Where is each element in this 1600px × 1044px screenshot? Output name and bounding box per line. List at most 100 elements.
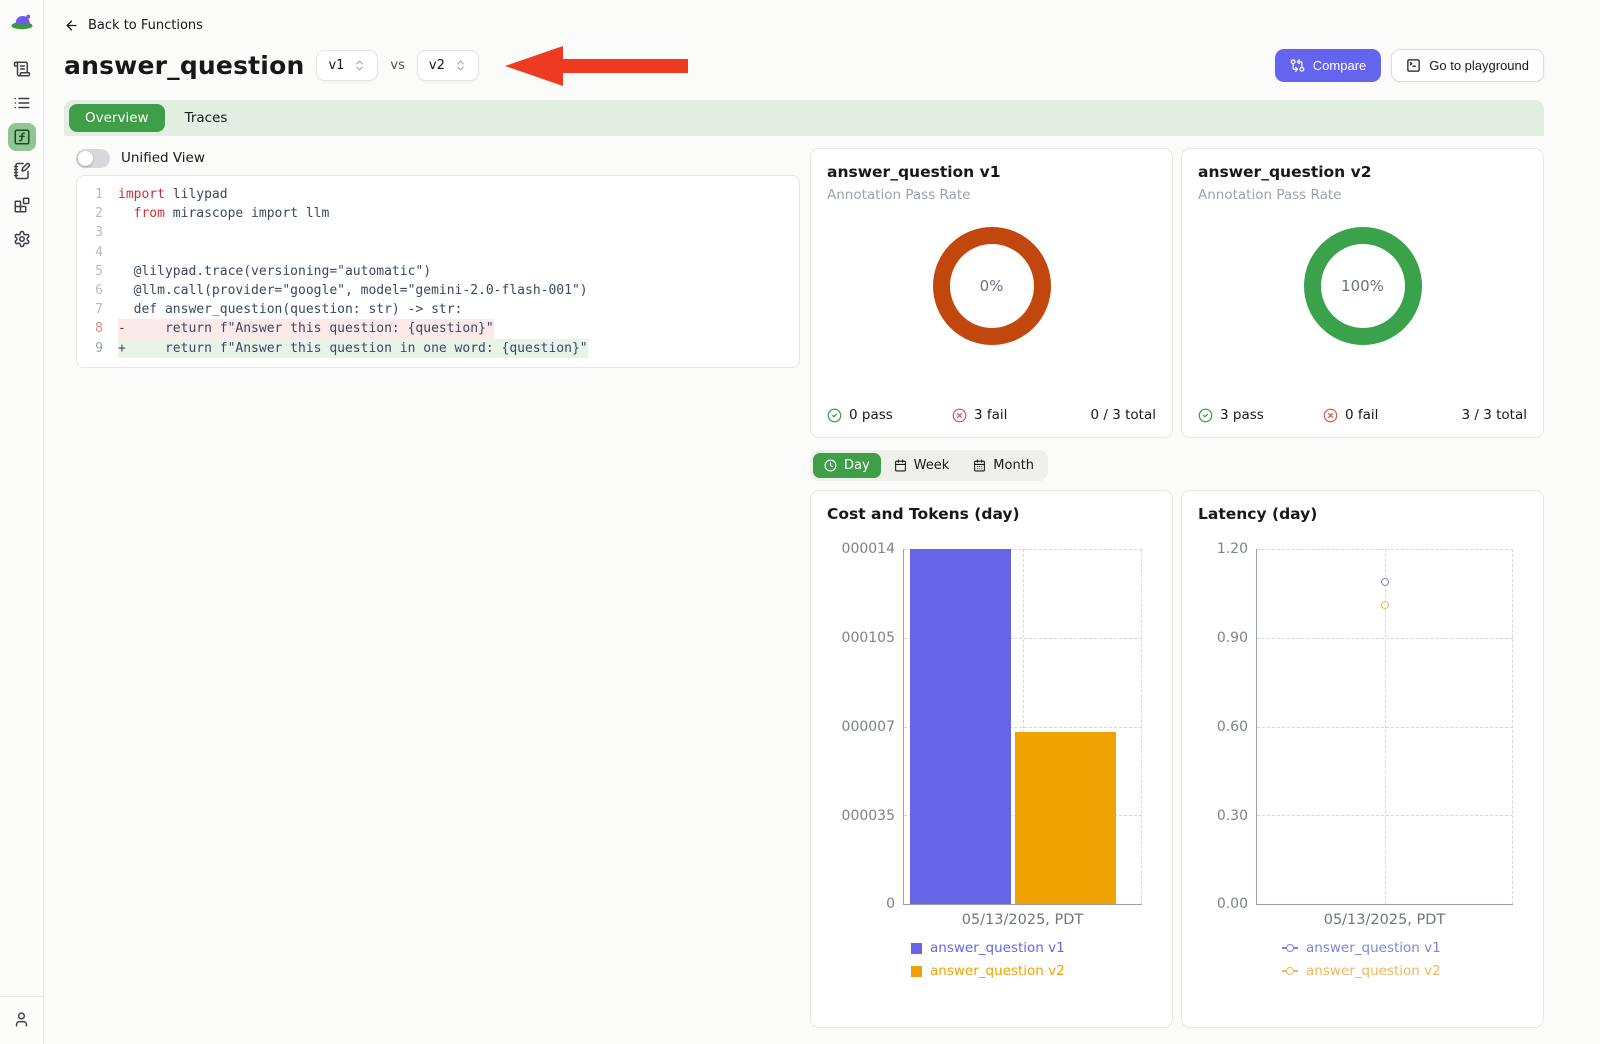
y-tick-label: 000007: [827, 719, 895, 735]
code-line: 3: [77, 223, 799, 242]
fail-stat: 0 fail: [1323, 407, 1462, 423]
lilypad-frog-logo[interactable]: [9, 9, 35, 31]
x-circle-icon: [952, 408, 967, 423]
chevrons-up-down-icon: [353, 59, 366, 72]
legend-item-v1: answer_question v1: [911, 940, 1156, 956]
bar-v2[interactable]: [1015, 732, 1116, 904]
y-tick-label: 0.00: [1198, 896, 1248, 912]
day-button[interactable]: Day: [813, 453, 881, 478]
main-area: Back to Functions answer_question v1 vs …: [44, 0, 1600, 1044]
unified-view-toggle[interactable]: [76, 149, 110, 168]
legend-line-marker: [1282, 966, 1298, 976]
legend-label: answer_question v1: [930, 940, 1065, 956]
code-line: 9+ return f"Answer this question in one …: [77, 339, 799, 358]
list-icon[interactable]: [8, 89, 36, 117]
y-tick-label: 0.90: [1198, 630, 1248, 646]
card-stats: 0 pass 3 fail 0 / 3 total: [827, 407, 1156, 423]
go-to-playground-button[interactable]: Go to playground: [1391, 49, 1544, 82]
pass-rate-card-v1: answer_question v1 Annotation Pass Rate …: [810, 148, 1173, 438]
x-tick-label: 05/13/2025, PDT: [1256, 912, 1513, 928]
pass-count: 3 pass: [1220, 407, 1264, 423]
function-icon[interactable]: [8, 123, 36, 151]
settings-icon[interactable]: [8, 225, 36, 253]
back-to-functions-link[interactable]: Back to Functions: [64, 18, 203, 33]
title-row: answer_question v1 vs v2 Compare: [64, 42, 1544, 88]
version-select-right[interactable]: v2: [417, 50, 479, 81]
user-icon[interactable]: [0, 996, 43, 1044]
code-line: 1import lilypad: [77, 185, 799, 204]
tabs: Overview Traces: [64, 100, 1544, 136]
back-label: Back to Functions: [88, 18, 203, 33]
metrics-column: answer_question v1 Annotation Pass Rate …: [810, 148, 1544, 1044]
cost-tokens-chart-card: Cost and Tokens (day) 000014 000105 0000…: [810, 490, 1173, 1028]
code-line: 4: [77, 243, 799, 262]
pass-rate-donut-v1: 0%: [933, 227, 1051, 345]
period-selector: Day Week Month: [810, 450, 1544, 481]
compare-button[interactable]: Compare: [1275, 49, 1381, 82]
header-actions: Compare Go to playground: [1275, 49, 1544, 82]
sidebar: [0, 0, 44, 1044]
check-circle-icon: [1198, 408, 1213, 423]
clock-icon: [824, 459, 837, 472]
code-line: 8- return f"Answer this question: {quest…: [77, 319, 799, 338]
tab-overview[interactable]: Overview: [69, 104, 165, 132]
y-tick-label: 0.60: [1198, 719, 1248, 735]
scatter-point-v2[interactable]: [1381, 601, 1389, 609]
week-button[interactable]: Week: [883, 453, 961, 478]
notebook-pen-icon[interactable]: [8, 157, 36, 185]
donut-percentage: 100%: [1341, 277, 1384, 295]
y-tick-label: 000035: [827, 808, 895, 824]
pass-rate-donut-v2: 100%: [1304, 227, 1422, 345]
card-subtitle: Annotation Pass Rate: [827, 187, 1156, 203]
scatter-point-v1[interactable]: [1381, 578, 1389, 586]
pass-rate-cards: answer_question v1 Annotation Pass Rate …: [810, 148, 1544, 438]
legend-swatch: [911, 966, 922, 977]
bar-v1[interactable]: [910, 549, 1011, 904]
card-subtitle: Annotation Pass Rate: [1198, 187, 1527, 203]
day-label: Day: [844, 458, 870, 473]
week-label: Week: [914, 458, 950, 473]
sidebar-nav: [8, 55, 36, 253]
x-tick-label: 05/13/2025, PDT: [903, 912, 1142, 928]
legend-label: answer_question v2: [1306, 963, 1441, 979]
calendar-icon: [894, 459, 907, 472]
legend-swatch: [911, 943, 922, 954]
git-compare-icon: [1290, 58, 1305, 73]
blocks-icon[interactable]: [8, 191, 36, 219]
fail-count: 0 fail: [1345, 407, 1378, 423]
period-segmented-control: Day Week Month: [810, 450, 1048, 481]
unified-view-label: Unified View: [121, 150, 205, 166]
fail-stat: 3 fail: [952, 407, 1091, 423]
chart-cards: Cost and Tokens (day) 000014 000105 0000…: [810, 490, 1544, 1028]
arrow-left-icon: [64, 18, 79, 33]
code-line: 6 @llm.call(provider="google", model="ge…: [77, 281, 799, 300]
chart-title: Cost and Tokens (day): [827, 505, 1156, 523]
legend-label: answer_question v1: [1306, 940, 1441, 956]
card-stats: 3 pass 0 fail 3 / 3 total: [1198, 407, 1527, 423]
code-diff-panel: 1import lilypad2 from mirascope import l…: [76, 175, 800, 368]
legend-item-v2: answer_question v2: [1282, 963, 1527, 979]
vs-label: vs: [390, 58, 404, 73]
toggle-knob: [78, 151, 93, 166]
cost-chart: 000014 000105 000007 000035 0: [827, 549, 1156, 905]
month-button[interactable]: Month: [962, 453, 1045, 478]
y-tick-label: 1.20: [1198, 541, 1248, 557]
total-stat: 3 / 3 total: [1462, 407, 1527, 423]
chevrons-up-down-icon: [454, 59, 467, 72]
pass-stat: 0 pass: [827, 407, 952, 423]
unified-view-row: Unified View: [76, 148, 800, 168]
plot-area: [903, 549, 1142, 905]
code-lines: 1import lilypad2 from mirascope import l…: [77, 185, 799, 358]
check-circle-icon: [827, 408, 842, 423]
tab-traces[interactable]: Traces: [169, 104, 244, 132]
legend-item-v1: answer_question v1: [1282, 940, 1527, 956]
gridline: [1141, 549, 1142, 904]
scroll-icon[interactable]: [8, 55, 36, 83]
terminal-square-icon: [1406, 58, 1421, 73]
y-tick-label: 0.30: [1198, 808, 1248, 824]
compare-label: Compare: [1313, 58, 1366, 73]
month-label: Month: [993, 458, 1034, 473]
fail-count: 3 fail: [974, 407, 1007, 423]
version-select-left[interactable]: v1: [316, 50, 378, 81]
y-tick-label: 000105: [827, 630, 895, 646]
